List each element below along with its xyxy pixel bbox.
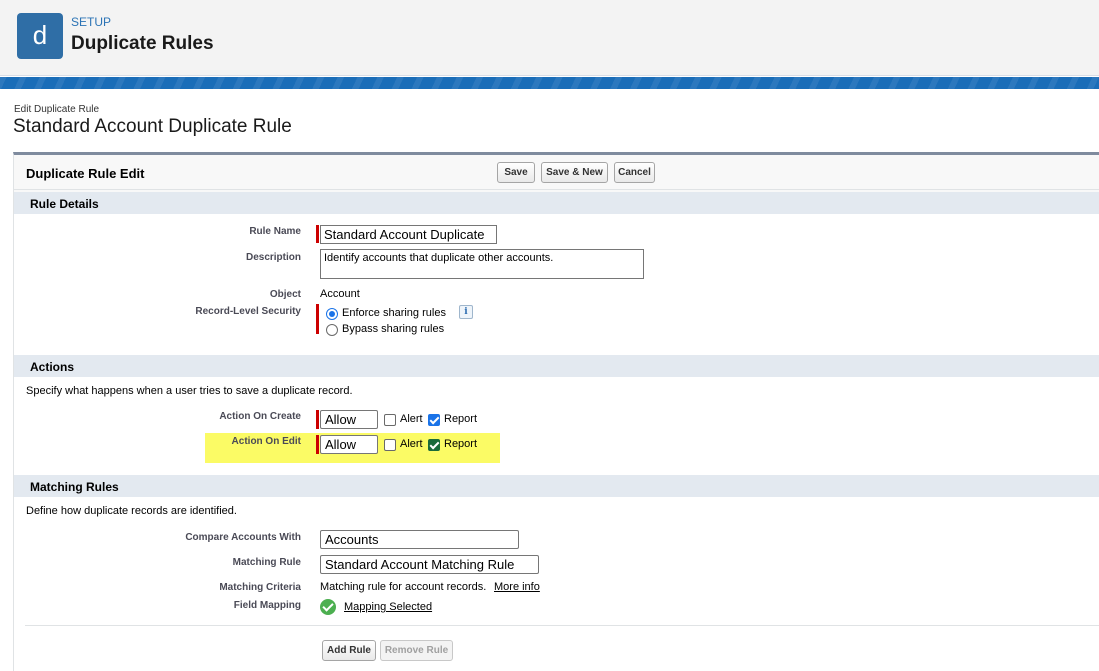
edit-alert-checkbox[interactable] (384, 439, 396, 451)
divider (25, 625, 1099, 626)
compare-accounts-select[interactable]: Accounts (320, 530, 519, 549)
required-indicator (316, 410, 319, 429)
page-heading: Duplicate Rules (71, 33, 214, 54)
content-area: Edit Duplicate Rule Standard Account Dup… (0, 89, 1099, 671)
matching-rule-value: Standard Account Matching Rule (325, 557, 515, 572)
edit-report-checkbox[interactable] (428, 439, 440, 451)
enforce-sharing-label: Enforce sharing rules (342, 307, 446, 319)
mapping-selected-link[interactable]: Mapping Selected (344, 601, 432, 613)
bypass-sharing-radio[interactable] (326, 324, 338, 336)
required-indicator (316, 225, 319, 243)
setup-app-icon: d (17, 13, 63, 59)
panel-toolbar: Duplicate Rule Edit Save Save & New Canc… (14, 155, 1099, 190)
save-and-new-button[interactable]: Save & New (541, 162, 608, 183)
panel-title: Duplicate Rule Edit (26, 166, 145, 181)
compare-accounts-value: Accounts (325, 532, 379, 547)
actions-note: Specify what happens when a user tries t… (26, 385, 353, 397)
section-rule-details-title: Rule Details (30, 197, 99, 211)
matching-rule-label: Matching Rule (232, 557, 301, 568)
section-matching-rules: Matching Rules (14, 475, 1099, 497)
section-actions: Actions (14, 355, 1099, 377)
add-rule-button[interactable]: Add Rule (322, 640, 376, 661)
create-report-checkbox[interactable] (428, 414, 440, 426)
cancel-button[interactable]: Cancel (614, 162, 655, 183)
rule-name-input[interactable]: Standard Account Duplicate (320, 225, 497, 244)
more-info-link[interactable]: More info (494, 581, 540, 593)
actions-body: Specify what happens when a user tries t… (14, 377, 1099, 475)
action-on-edit-value: Allow (325, 437, 357, 452)
setup-header: d SETUP Duplicate Rules (0, 0, 1099, 76)
bypass-sharing-label: Bypass sharing rules (342, 323, 445, 335)
matching-rule-select[interactable]: Standard Account Matching Rule (320, 555, 539, 574)
header-band (0, 77, 1099, 89)
field-mapping-label: Field Mapping (233, 600, 301, 611)
remove-rule-button[interactable]: Remove Rule (380, 640, 453, 661)
object-label: Object (269, 289, 301, 300)
matching-rules-note: Define how duplicate records are identif… (26, 505, 237, 517)
edit-alert-label: Alert (400, 438, 423, 450)
info-icon[interactable]: i (459, 305, 473, 319)
section-matching-rules-title: Matching Rules (30, 480, 119, 494)
section-rule-details: Rule Details (14, 192, 1099, 214)
action-on-create-select[interactable]: Allow (320, 410, 378, 429)
rule-name-label: Rule Name (249, 226, 301, 237)
record-level-security-label: Record-Level Security (195, 306, 301, 317)
create-report-label: Report (444, 413, 478, 425)
object-value: Account (320, 288, 360, 300)
required-indicator (316, 304, 319, 334)
enforce-sharing-radio[interactable] (326, 308, 338, 320)
matching-criteria-value: Matching rule for account records. (320, 581, 487, 593)
edit-panel: Duplicate Rule Edit Save Save & New Canc… (13, 152, 1099, 671)
rule-details-body: Rule Name Standard Account Duplicate Des… (14, 214, 1099, 355)
description-textarea[interactable]: Identify accounts that duplicate other a… (320, 249, 644, 279)
matching-criteria-label: Matching Criteria (219, 582, 301, 593)
check-circle-icon (320, 599, 336, 615)
action-on-edit-select[interactable]: Allow (320, 435, 378, 454)
action-on-create-label: Action On Create (219, 411, 301, 422)
create-alert-checkbox[interactable] (384, 414, 396, 426)
action-on-edit-label: Action On Edit (231, 436, 301, 447)
page-title: Standard Account Duplicate Rule (13, 116, 292, 137)
description-label: Description (245, 252, 301, 263)
setup-breadcrumb[interactable]: SETUP (71, 15, 111, 29)
required-indicator (316, 435, 319, 454)
band-pattern (0, 77, 1099, 89)
create-alert-label: Alert (400, 413, 423, 425)
page-subtitle: Edit Duplicate Rule (14, 104, 100, 115)
action-on-create-value: Allow (325, 412, 357, 427)
edit-report-label: Report (444, 438, 478, 450)
section-actions-title: Actions (30, 360, 75, 374)
matching-rules-body: Define how duplicate records are identif… (14, 497, 1099, 671)
compare-accounts-label: Compare Accounts With (185, 532, 301, 543)
save-button[interactable]: Save (497, 162, 535, 183)
